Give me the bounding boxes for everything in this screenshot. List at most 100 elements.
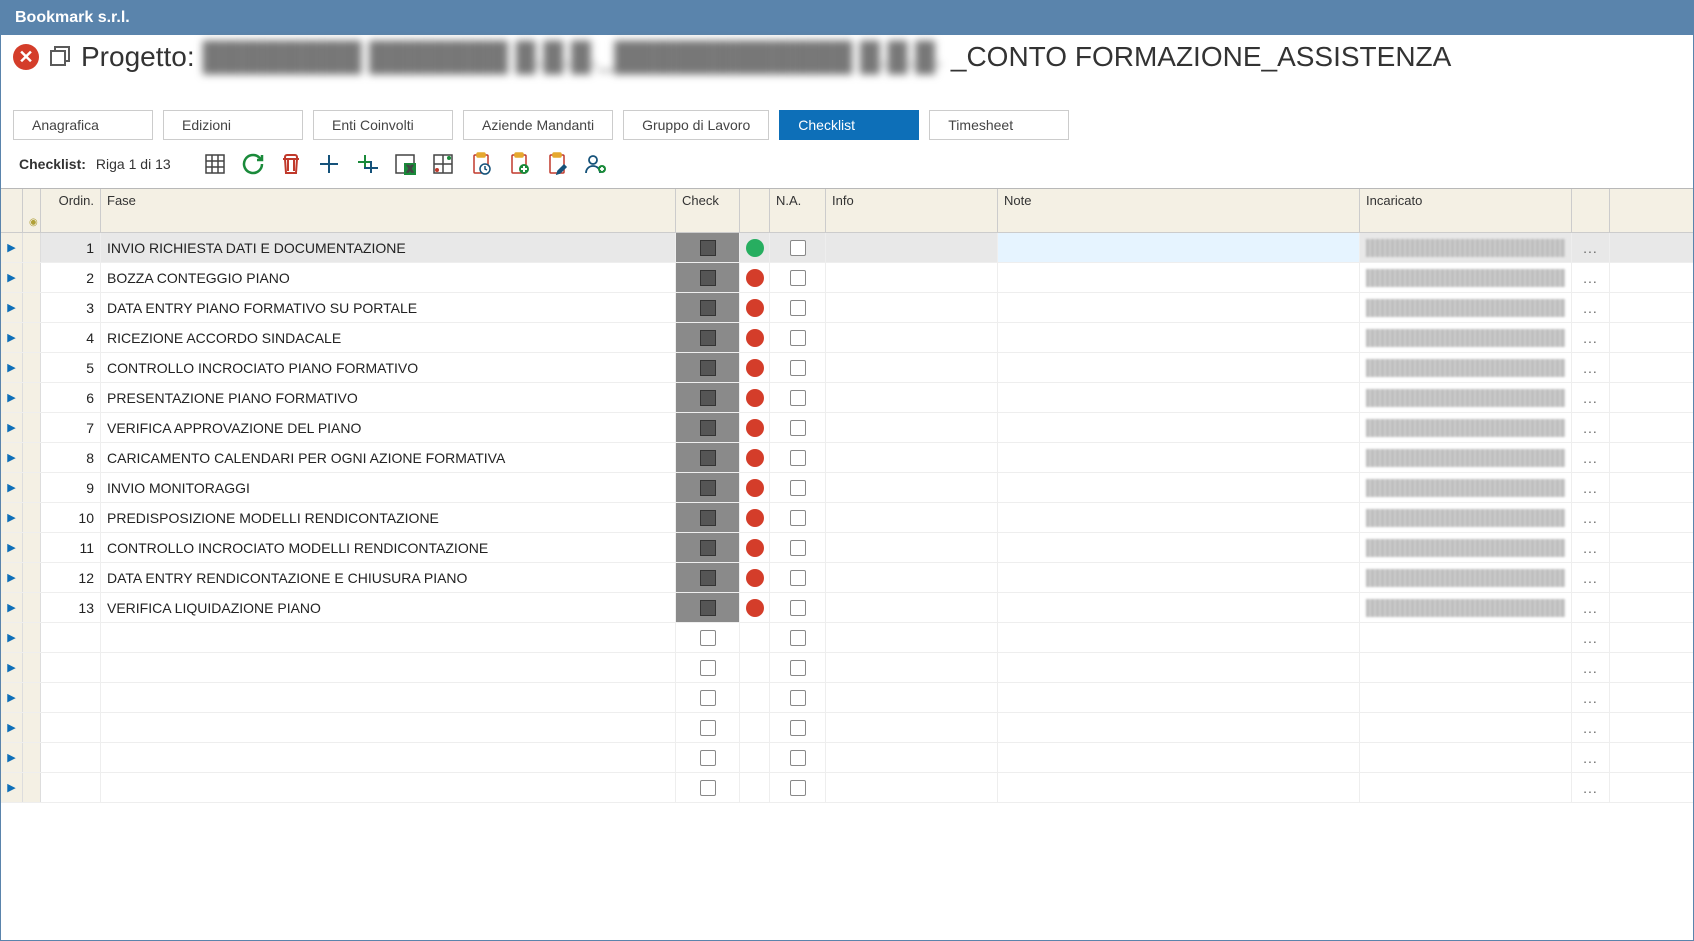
row-menu-button[interactable]: ... [1572,563,1610,592]
cell-check[interactable] [676,353,740,382]
expand-arrow-icon[interactable]: ▶ [7,511,15,524]
tab-anagrafica[interactable]: Anagrafica [13,110,153,140]
row-menu-button[interactable]: ... [1572,263,1610,292]
column-ordin[interactable]: Ordin. [41,189,101,232]
expand-arrow-icon[interactable]: ▶ [7,331,15,344]
table-row[interactable]: ▶6PRESENTAZIONE PIANO FORMATIVO... [1,383,1693,413]
row-menu-button[interactable]: ... [1572,503,1610,532]
row-menu-button[interactable]: ... [1572,593,1610,622]
expand-arrow-icon[interactable]: ▶ [7,571,15,584]
column-note[interactable]: Note [998,189,1360,232]
clipboard-clock-icon[interactable] [467,150,495,178]
cell-note[interactable] [998,533,1360,562]
row-menu-button[interactable]: ... [1572,353,1610,382]
expand-arrow-icon[interactable]: ▶ [7,421,15,434]
export-excel-icon[interactable]: X [391,150,419,178]
cell-na[interactable] [770,743,826,772]
cell-na[interactable] [770,563,826,592]
table-row-empty[interactable]: ▶... [1,623,1693,653]
cell-check[interactable] [676,443,740,472]
table-row[interactable]: ▶12DATA ENTRY RENDICONTAZIONE E CHIUSURA… [1,563,1693,593]
row-menu-button[interactable]: ... [1572,743,1610,772]
row-menu-button[interactable]: ... [1572,533,1610,562]
table-row[interactable]: ▶5CONTROLLO INCROCIATO PIANO FORMATIVO..… [1,353,1693,383]
cell-na[interactable] [770,533,826,562]
table-row-empty[interactable]: ▶... [1,713,1693,743]
row-menu-button[interactable]: ... [1572,683,1610,712]
row-menu-button[interactable]: ... [1572,623,1610,652]
row-menu-button[interactable]: ... [1572,413,1610,442]
cell-check[interactable] [676,323,740,352]
cell-note[interactable] [998,353,1360,382]
window-stack-icon[interactable] [47,44,73,70]
expand-arrow-icon[interactable]: ▶ [7,601,15,614]
expand-arrow-icon[interactable]: ▶ [7,301,15,314]
row-menu-button[interactable]: ... [1572,773,1610,802]
cell-check[interactable] [676,593,740,622]
cell-note[interactable] [998,443,1360,472]
row-menu-button[interactable]: ... [1572,653,1610,682]
table-row-empty[interactable]: ▶... [1,683,1693,713]
table-row[interactable]: ▶11CONTROLLO INCROCIATO MODELLI RENDICON… [1,533,1693,563]
column-status[interactable] [740,189,770,232]
expand-arrow-icon[interactable]: ▶ [7,391,15,404]
cell-na[interactable] [770,413,826,442]
cell-note[interactable] [998,293,1360,322]
table-row-empty[interactable]: ▶... [1,773,1693,803]
cell-check[interactable] [676,623,740,652]
assign-user-icon[interactable] [581,150,609,178]
cell-na[interactable] [770,503,826,532]
cell-note[interactable] [998,413,1360,442]
grid-edit-icon[interactable] [429,150,457,178]
cell-note[interactable] [998,263,1360,292]
column-info[interactable]: Info [826,189,998,232]
table-row[interactable]: ▶9INVIO MONITORAGGI... [1,473,1693,503]
tab-aziende-mandanti[interactable]: Aziende Mandanti [463,110,613,140]
add-icon[interactable] [315,150,343,178]
cell-note[interactable] [998,563,1360,592]
clipboard-edit-icon[interactable] [543,150,571,178]
tab-timesheet[interactable]: Timesheet [929,110,1069,140]
cell-check[interactable] [676,383,740,412]
cell-check[interactable] [676,533,740,562]
column-incaricato[interactable]: Incaricato [1360,189,1572,232]
table-row[interactable]: ▶8CARICAMENTO CALENDARI PER OGNI AZIONE … [1,443,1693,473]
cell-note[interactable] [998,593,1360,622]
row-menu-button[interactable]: ... [1572,233,1610,262]
tab-enti-coinvolti[interactable]: Enti Coinvolti [313,110,453,140]
table-row-empty[interactable]: ▶... [1,743,1693,773]
expand-arrow-icon[interactable]: ▶ [7,631,15,644]
cell-na[interactable] [770,653,826,682]
expand-arrow-icon[interactable]: ▶ [7,541,15,554]
row-menu-button[interactable]: ... [1572,713,1610,742]
expand-arrow-icon[interactable]: ▶ [7,781,15,794]
cell-na[interactable] [770,263,826,292]
cell-check[interactable] [676,563,740,592]
cell-na[interactable] [770,623,826,652]
expand-arrow-icon[interactable]: ▶ [7,751,15,764]
row-menu-button[interactable]: ... [1572,323,1610,352]
table-row[interactable]: ▶3DATA ENTRY PIANO FORMATIVO SU PORTALE.… [1,293,1693,323]
clipboard-add-icon[interactable] [505,150,533,178]
cell-check[interactable] [676,773,740,802]
row-menu-button[interactable]: ... [1572,443,1610,472]
expand-arrow-icon[interactable]: ▶ [7,691,15,704]
cell-na[interactable] [770,323,826,352]
cell-na[interactable] [770,473,826,502]
cell-note[interactable] [998,323,1360,352]
cell-check[interactable] [676,263,740,292]
table-row[interactable]: ▶4RICEZIONE ACCORDO SINDACALE... [1,323,1693,353]
cell-check[interactable] [676,413,740,442]
table-row-empty[interactable]: ▶... [1,653,1693,683]
row-menu-button[interactable]: ... [1572,383,1610,412]
filter-icon[interactable]: ◉ [29,217,38,228]
cell-na[interactable] [770,713,826,742]
cell-na[interactable] [770,593,826,622]
row-menu-button[interactable]: ... [1572,293,1610,322]
expand-arrow-icon[interactable]: ▶ [7,481,15,494]
tab-edizioni[interactable]: Edizioni [163,110,303,140]
cell-check[interactable] [676,683,740,712]
cell-check[interactable] [676,743,740,772]
column-fase[interactable]: Fase [101,189,676,232]
cell-check[interactable] [676,473,740,502]
